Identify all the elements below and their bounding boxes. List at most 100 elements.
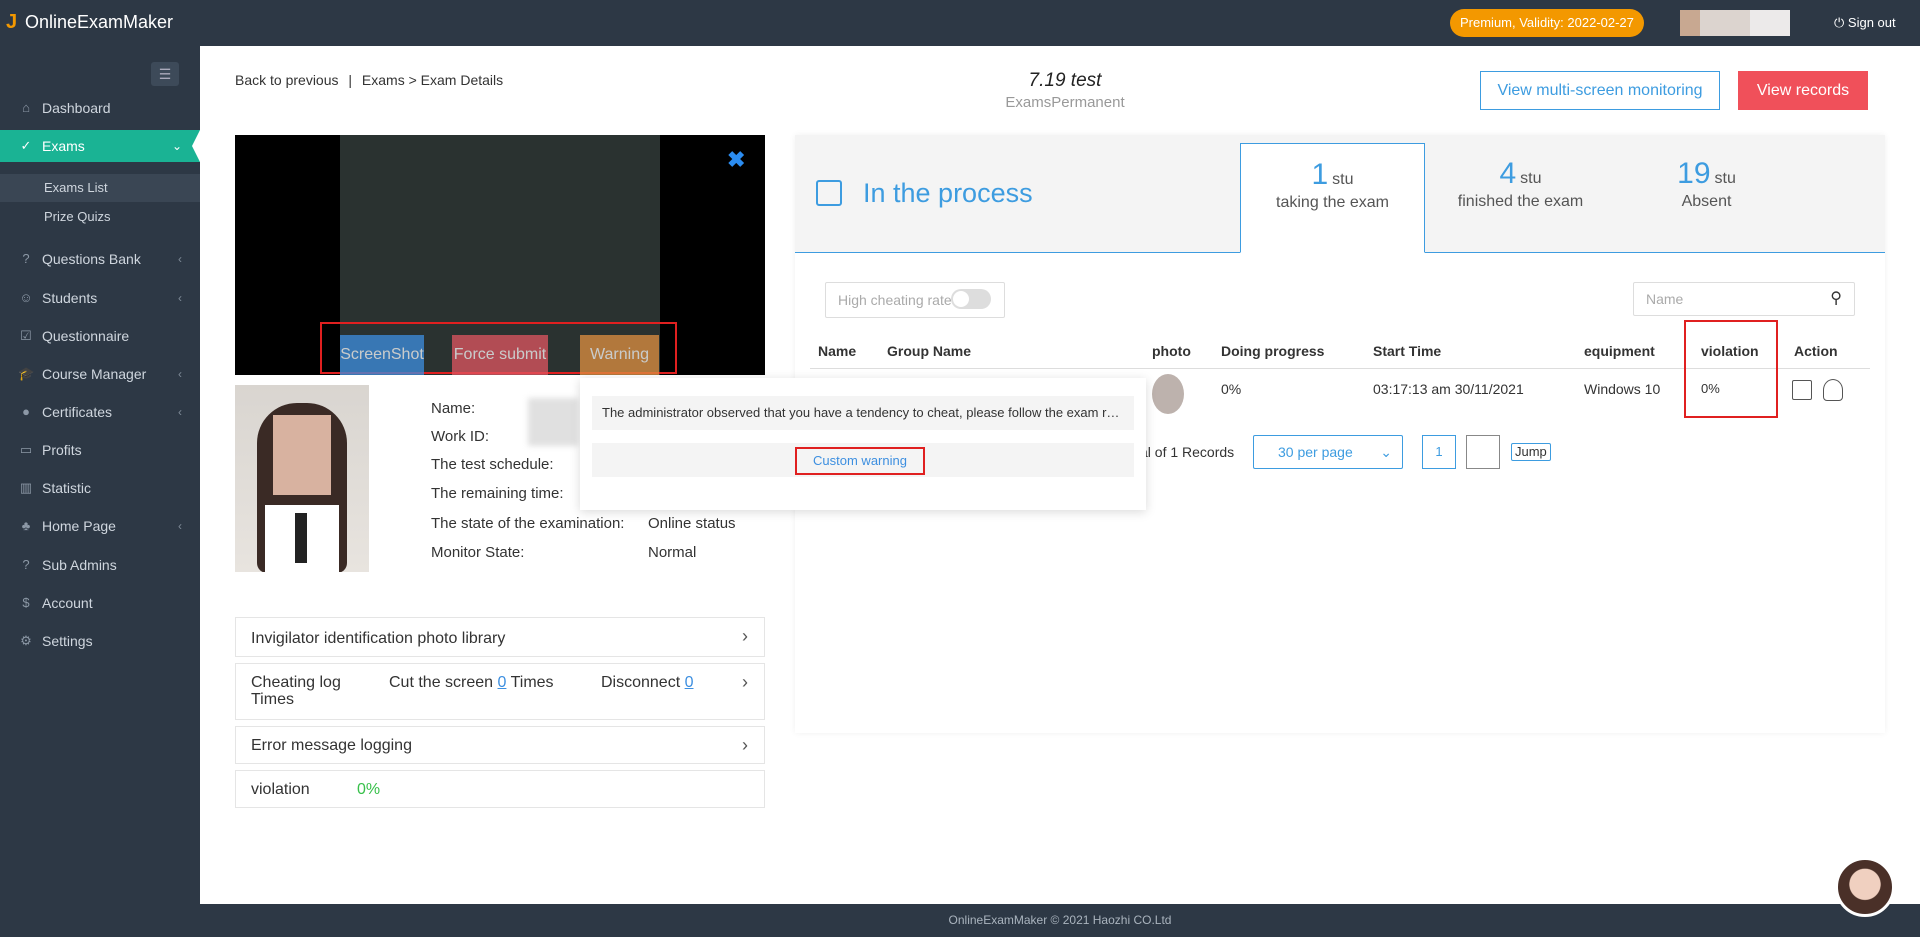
sidebar-item-dashboard[interactable]: ⌂ Dashboard [0,92,200,124]
chevron-right-icon: › [742,735,748,755]
back-link[interactable]: Back to previous [235,72,339,88]
logo-mark-icon: J [6,11,18,33]
cheating-log-row[interactable]: Cheating log Times Cut the screen 0 Times… [235,663,765,720]
col-progress: Doing progress [1221,343,1325,359]
sidebar-item-sub-admins[interactable]: ? Sub Admins [0,549,200,581]
chevron-left-icon: ‹ [178,519,182,533]
certificate-icon: ● [22,404,30,419]
log-icon[interactable] [1792,380,1812,400]
search-input[interactable]: Name ⚲ [1633,282,1855,316]
process-icon [816,180,842,206]
work-id-label: Work ID: [431,428,490,445]
col-action: Action [1794,343,1838,359]
home-page-icon: ♣ [21,518,31,533]
sidebar-subitem-prize-quizs[interactable]: Prize Quizs [0,203,200,231]
search-icon[interactable]: ⚲ [1830,283,1842,315]
warning-popup: The administrator observed that you have… [580,378,1146,510]
exam-state-label: The state of the examination: [431,515,625,532]
monitor-state-label: Monitor State: [431,544,525,561]
stat-finished-exam[interactable]: 4 stu finished the exam [1428,143,1613,253]
sign-out-button[interactable]: ⏻ Sign out [1834,15,1896,31]
warning-message[interactable]: The administrator observed that you have… [592,396,1134,430]
users-icon: ☺ [19,290,33,305]
disconnect-count[interactable]: 0 [685,674,694,691]
name-label: Name: [431,400,476,417]
student-photo [235,385,369,572]
premium-badge[interactable]: Premium, Validity: 2022-02-27 [1450,9,1644,37]
webcam-icon[interactable] [1823,379,1843,401]
chevron-left-icon: ‹ [178,252,182,266]
row-start-time: 03:17:13 am 30/11/2021 [1373,381,1524,397]
col-name: Name [818,343,857,359]
checkbox-icon: ☑ [20,328,32,343]
force-submit-button[interactable]: Force submit [452,335,548,375]
footer: OnlineExamMaker © 2021 Haozhi CO.Ltd [200,904,1920,937]
chevron-right-icon: › [742,672,748,692]
col-photo: photo [1152,343,1191,359]
view-multi-screen-button[interactable]: View multi-screen monitoring [1480,71,1720,110]
menu-toggle-icon[interactable]: ☰ [151,62,179,86]
sidebar-item-statistic[interactable]: ▥ Statistic [0,472,200,504]
exam-title: 7.19 test [1028,70,1102,91]
col-equipment: equipment [1584,343,1655,359]
check-circle-icon: ✓ [20,138,32,153]
col-start-time: Start Time [1373,343,1442,359]
exam-subtitle: ExamsPermanent [1005,94,1125,111]
graduation-icon: 🎓 [18,366,35,381]
violation-value: 0% [357,781,381,798]
breadcrumb-path[interactable]: Exams > Exam Details [362,72,503,88]
monitor-state-value: Normal [648,544,697,561]
sidebar-item-account[interactable]: $ Account [0,587,200,619]
screenshot-button[interactable]: ScreenShot [340,335,424,375]
chevron-left-icon: ‹ [178,291,182,305]
card-icon: ▭ [19,442,33,457]
cut-screen-count[interactable]: 0 [498,674,507,691]
high-cheating-toggle[interactable] [951,289,991,309]
page-1-button[interactable]: 1 [1422,435,1456,469]
exam-state-value: Online status [648,515,736,532]
jump-button[interactable]: Jump [1511,443,1551,461]
view-records-button[interactable]: View records [1738,71,1868,110]
records-count: al of 1 Records [1140,444,1235,460]
sidebar-item-students[interactable]: ☺ Students ‹ [0,282,200,314]
custom-warning-button[interactable]: Custom warning [795,447,925,475]
per-page-select[interactable]: 30 per page ⌄ [1253,435,1403,469]
exam-title-block: 7.19 test ExamsPermanent [900,70,1230,111]
sidebar-item-profits[interactable]: ▭ Profits [0,434,200,466]
jump-page-input[interactable] [1466,435,1500,469]
breadcrumb: Back to previous | Exams > Exam Details [235,72,504,88]
sidebar-item-exams[interactable]: ✓ Exams ⌄ [0,130,200,162]
stat-taking-exam[interactable]: 1 stu taking the exam [1240,143,1425,253]
close-icon[interactable]: ✖ [727,147,745,173]
assistant-avatar[interactable] [1835,857,1895,917]
chevron-down-icon: ⌄ [1380,444,1392,460]
sidebar-item-settings[interactable]: ⚙ Settings [0,625,200,657]
process-label: In the process [863,178,1033,208]
test-schedule-label: The test schedule: [431,456,554,473]
sidebar-item-questionnaire[interactable]: ☑ Questionnaire [0,320,200,352]
stat-absent[interactable]: 19 stu Absent [1614,143,1799,253]
warning-button[interactable]: Warning [580,335,659,375]
question-icon: ? [22,557,30,572]
sidebar-subitem-exams-list[interactable]: Exams List [0,174,200,202]
remaining-time-label: The remaining time: [431,485,564,502]
chevron-down-icon: ⌄ [171,139,182,153]
chevron-left-icon: ‹ [178,367,182,381]
logo[interactable]: J OnlineExamMaker [6,11,173,33]
logo-text: OnlineExamMaker [25,11,174,32]
user-avatar[interactable] [1680,10,1810,36]
sidebar-item-course-manager[interactable]: 🎓 Course Manager ‹ [0,358,200,390]
gear-icon: ⚙ [20,633,32,648]
error-log-row[interactable]: Error message logging › [235,726,765,764]
photo-library-row[interactable]: Invigilator identification photo library… [235,617,765,657]
dollar-icon: $ [22,595,30,610]
row-photo [1152,374,1184,414]
sidebar-item-questions-bank[interactable]: ? Questions Bank ‹ [0,243,200,275]
blurred-name [528,398,578,446]
violation-highlight [1684,320,1778,418]
row-equipment: Windows 10 [1584,381,1661,397]
chevron-left-icon: ‹ [178,405,182,419]
sidebar-item-home-page[interactable]: ♣ Home Page ‹ [0,510,200,542]
sidebar-item-certificates[interactable]: ● Certificates ‹ [0,396,200,428]
top-bar: J OnlineExamMaker Premium, Validity: 202… [0,0,1920,46]
